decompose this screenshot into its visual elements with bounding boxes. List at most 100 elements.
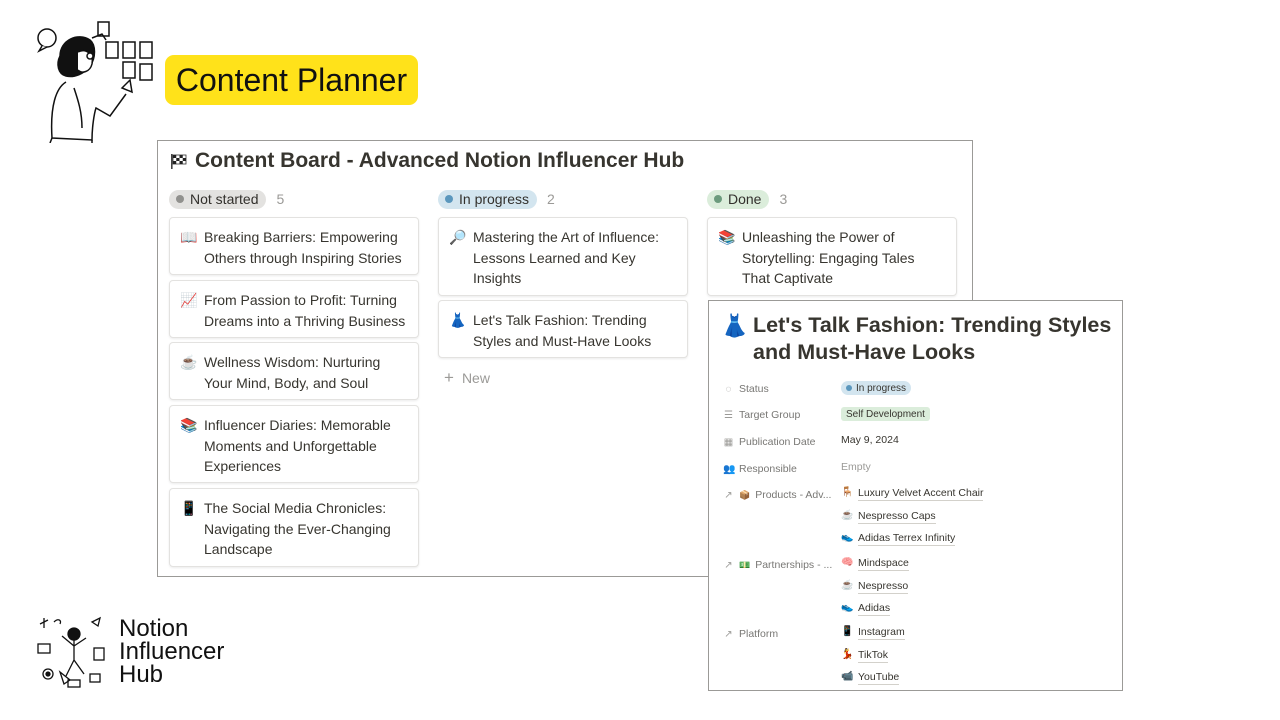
- card-title: Mastering the Art of Influence: Lessons …: [473, 229, 659, 286]
- prop-value: May 9, 2024: [841, 434, 899, 446]
- relation-arrow-icon: ↗: [724, 559, 733, 571]
- prop-products[interactable]: ↗ 📦 Products - Adv... 🪑 Luxury Velvet Ac…: [723, 487, 984, 555]
- prop-emoji: 📦: [739, 489, 751, 500]
- relation-item[interactable]: 🪑 Luxury Velvet Accent Chair: [841, 487, 984, 510]
- item-text: Luxury Velvet Accent Chair: [858, 487, 984, 501]
- board-title: Content Board - Advanced Notion Influenc…: [170, 149, 684, 173]
- status-label: Not started: [190, 191, 259, 207]
- prop-name: ▦ Publication Date: [723, 434, 841, 450]
- relation-item[interactable]: 📱 Instagram: [841, 626, 905, 649]
- card-title: Breaking Barriers: Empowering Others thr…: [204, 229, 402, 266]
- item-text: Adidas Terrex Infinity: [858, 532, 956, 546]
- relation-item[interactable]: 💃 TikTok: [841, 649, 905, 672]
- status-dot: [714, 195, 722, 203]
- page-title-pill: Content Planner: [165, 55, 418, 105]
- prop-partnerships[interactable]: ↗ 💵 Partnerships - ... 🧠 Mindspace ☕ Nes…: [723, 557, 909, 625]
- plus-icon: +: [444, 368, 454, 387]
- item-text: Nespresso: [858, 579, 909, 594]
- brand-wordmark: Notion Influencer Hub: [119, 615, 224, 688]
- new-card-button[interactable]: + New: [444, 368, 490, 387]
- page-detail-panel: 👗 Let's Talk Fashion: Trending Styles an…: [708, 300, 1123, 691]
- prop-name: 👥 Responsible: [723, 461, 841, 477]
- item-emoji: 🪑: [841, 487, 854, 498]
- board-card[interactable]: 📱 The Social Media Chronicles: Navigatin…: [169, 488, 419, 567]
- relation-item[interactable]: ☕ Nespresso: [841, 580, 909, 603]
- people-icon: 👥: [723, 463, 736, 475]
- card-title: From Passion to Profit: Turning Dreams i…: [204, 292, 406, 329]
- prop-platform[interactable]: ↗ Platform 📱 Instagram 💃 TikTok 📹 YouTub…: [723, 626, 905, 690]
- status-label: In progress: [459, 191, 530, 207]
- item-emoji: 👟: [841, 602, 854, 613]
- card-emoji: 👗: [449, 312, 467, 328]
- card-title: Wellness Wisdom: Nurturing Your Mind, Bo…: [204, 354, 381, 391]
- board-card[interactable]: 📈 From Passion to Profit: Turning Dreams…: [169, 280, 419, 338]
- item-emoji: 🧠: [841, 557, 854, 568]
- item-emoji: 💃: [841, 648, 854, 660]
- board-column-in-progress: In progress 2 🔎 Mastering the Art of Inf…: [438, 189, 690, 386]
- prop-value: 📱 Instagram 💃 TikTok 📹 YouTube: [841, 626, 905, 690]
- card-title: Unleashing the Power of Storytelling: En…: [742, 229, 915, 286]
- status-pill-in-progress[interactable]: In progress: [438, 189, 538, 209]
- card-emoji: 📈: [180, 292, 198, 308]
- item-emoji: 📱: [841, 626, 854, 637]
- prop-label: Partnerships - ...: [755, 559, 833, 571]
- status-dot: [846, 385, 852, 391]
- prop-label: Platform: [739, 628, 779, 640]
- target-tag: Self Development: [841, 407, 930, 421]
- relation-item[interactable]: 👟 Adidas Terrex Infinity: [841, 532, 983, 555]
- column-count: 3: [779, 191, 788, 207]
- card-emoji: 📖: [180, 229, 198, 245]
- board-card[interactable]: 📚 Unleashing the Power of Storytelling: …: [707, 217, 957, 296]
- prop-name: ◌ Status: [723, 381, 841, 397]
- item-emoji: ☕: [841, 579, 854, 591]
- status-pill-done[interactable]: Done: [707, 189, 770, 209]
- prop-value: In progress: [841, 381, 912, 395]
- prop-name: ↗ Platform: [723, 626, 841, 642]
- board-card[interactable]: 📖 Breaking Barriers: Empowering Others t…: [169, 217, 419, 275]
- prop-label: Publication Date: [739, 436, 816, 448]
- board-flag-icon: [171, 153, 187, 169]
- card-title: Let's Talk Fashion: Trending Styles and …: [473, 312, 652, 349]
- board-column-not-started: Not started 5 📖 Breaking Barriers: Empow…: [169, 189, 421, 567]
- item-text: Adidas: [858, 602, 891, 616]
- item-text: YouTube: [858, 671, 900, 685]
- prop-value: Self Development: [841, 407, 930, 421]
- status-pill-not-started[interactable]: Not started: [169, 189, 267, 209]
- prop-value: 🪑 Luxury Velvet Accent Chair ☕ Nespresso…: [841, 487, 984, 555]
- board-card[interactable]: 📚 Influencer Diaries: Memorable Moments …: [169, 405, 419, 483]
- detail-title-text[interactable]: Let's Talk Fashion: Trending Styles and …: [753, 312, 1116, 366]
- brand-line-3: Hub: [119, 661, 164, 688]
- prop-name: ☰ Target Group: [723, 407, 841, 423]
- relation-item[interactable]: 🧠 Mindspace: [841, 557, 909, 580]
- relation-arrow-icon: ↗: [724, 489, 733, 501]
- item-text: Instagram: [858, 626, 905, 640]
- brand-line-1: Notion: [119, 615, 189, 642]
- prop-target-group[interactable]: ☰ Target Group Self Development: [723, 407, 930, 423]
- board-column-done: Done 3 📚 Unleashing the Power of Storyte…: [707, 189, 959, 296]
- card-emoji: 🔎: [449, 229, 467, 245]
- relation-arrow-icon: ↗: [724, 628, 733, 640]
- item-text: TikTok: [858, 648, 888, 663]
- prop-value: 🧠 Mindspace ☕ Nespresso 👟 Adidas: [841, 557, 909, 625]
- board-card[interactable]: 🔎 Mastering the Art of Influence: Lesson…: [438, 217, 688, 296]
- card-emoji: ☕: [180, 354, 198, 370]
- calendar-icon: ▦: [723, 436, 734, 448]
- board-card[interactable]: 👗 Let's Talk Fashion: Trending Styles an…: [438, 300, 688, 358]
- prop-status[interactable]: ◌ Status In progress: [723, 381, 912, 397]
- relation-item[interactable]: 📹 YouTube: [841, 671, 905, 690]
- prop-publication-date[interactable]: ▦ Publication Date May 9, 2024: [723, 434, 899, 450]
- prop-responsible[interactable]: 👥 Responsible Empty: [723, 461, 871, 477]
- status-dot: [176, 195, 184, 203]
- relation-item[interactable]: ☕ Nespresso Caps: [841, 510, 983, 533]
- prop-value-empty: Empty: [841, 461, 871, 473]
- status-dot: [445, 195, 453, 203]
- page-title: Content Planner: [175, 61, 408, 98]
- card-emoji: 📱: [180, 500, 198, 516]
- item-emoji: 👟: [841, 532, 854, 543]
- new-card-label: New: [461, 370, 490, 386]
- relation-item[interactable]: 👟 Adidas: [841, 602, 909, 625]
- prop-label: Target Group: [739, 409, 801, 421]
- planner-illustration: [37, 21, 153, 143]
- column-header: In progress 2: [438, 189, 690, 209]
- board-card[interactable]: ☕ Wellness Wisdom: Nurturing Your Mind, …: [169, 342, 419, 400]
